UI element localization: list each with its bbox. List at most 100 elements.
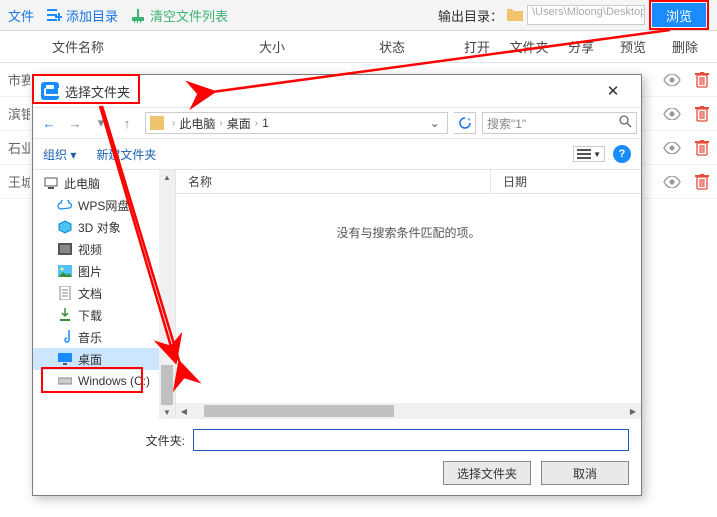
tree-item-video[interactable]: 视频	[33, 238, 175, 260]
breadcrumb-desktop[interactable]: 桌面	[227, 115, 251, 132]
output-dir-group: 输出目录： \Users\Mloong\Desktop\ 浏览	[438, 0, 709, 30]
dialog-body: 此电脑 WPS网盘 3D 对象 视频 图片	[33, 169, 641, 419]
file-name-cell: 滨银	[8, 104, 30, 123]
tree-item-windows-c[interactable]: Windows (C:)	[33, 370, 175, 392]
scroll-right-icon[interactable]: ▶	[625, 407, 641, 416]
file-list-header: 文件名称 大小 状态 打开 文件夹 分享 预览 删除	[0, 31, 717, 63]
dialog-footer: 文件夹: 选择文件夹 取消	[33, 419, 641, 495]
delete-icon[interactable]	[695, 140, 709, 156]
broom-icon	[130, 7, 146, 23]
list-add-icon	[46, 7, 62, 23]
chevron-right-icon: ›	[219, 118, 222, 129]
view-mode-dropdown[interactable]: ▼	[573, 146, 605, 162]
dialog-title-text: 选择文件夹	[65, 82, 130, 101]
content-header: 名称 日期	[176, 170, 641, 194]
preview-icon[interactable]	[663, 142, 681, 154]
folder-name-input[interactable]	[193, 429, 629, 451]
output-dir-label: 输出目录：	[438, 6, 503, 25]
output-path-field[interactable]: \Users\Mloong\Desktop\	[527, 5, 645, 25]
folder-icon	[507, 7, 523, 24]
search-icon	[619, 115, 632, 131]
video-icon	[57, 241, 73, 257]
document-icon	[57, 285, 73, 301]
select-folder-button[interactable]: 选择文件夹	[443, 461, 531, 485]
col-status: 状态	[332, 37, 452, 56]
col-folder: 文件夹	[509, 37, 549, 56]
folder-tree: 此电脑 WPS网盘 3D 对象 视频 图片	[33, 170, 176, 419]
file-menu-button[interactable]: 文件	[8, 6, 34, 25]
scroll-thumb[interactable]	[161, 365, 173, 405]
folder-icon	[150, 116, 164, 130]
help-icon[interactable]: ?	[613, 145, 631, 163]
breadcrumb[interactable]: › 此电脑 › 桌面 › 1 ⌄	[145, 112, 448, 134]
tree-item-wps[interactable]: WPS网盘	[33, 194, 175, 216]
tree-scrollbar[interactable]: ▲ ▼	[159, 170, 175, 419]
col-filename: 文件名称	[12, 37, 212, 56]
col-share: 分享	[561, 37, 601, 56]
browse-button[interactable]: 浏览	[652, 3, 706, 27]
delete-icon[interactable]	[695, 72, 709, 88]
breadcrumb-folder[interactable]: 1	[262, 116, 269, 130]
new-folder-button[interactable]: 新建文件夹	[96, 146, 156, 163]
preview-icon[interactable]	[663, 108, 681, 120]
content-col-name[interactable]: 名称	[176, 170, 491, 193]
tree-item-desktop[interactable]: 桌面	[33, 348, 175, 370]
drive-icon	[57, 373, 73, 389]
tree-item-music[interactable]: 音乐	[33, 326, 175, 348]
annotation-box-browse: 浏览	[649, 0, 709, 30]
add-dir-label: 添加目录	[66, 6, 118, 25]
clear-list-button[interactable]: 清空文件列表	[130, 6, 228, 25]
col-delete: 删除	[665, 37, 705, 56]
desktop-icon	[57, 351, 73, 367]
refresh-icon[interactable]	[454, 112, 476, 134]
scroll-thumb[interactable]	[204, 405, 394, 417]
app-icon	[41, 82, 59, 100]
col-preview: 预览	[613, 37, 653, 56]
empty-message: 没有与搜索条件匹配的项。	[176, 194, 641, 403]
folder-content-pane: 名称 日期 没有与搜索条件匹配的项。 ◀ ▶	[176, 170, 641, 419]
breadcrumb-dropdown-icon[interactable]: ⌄	[430, 116, 443, 130]
content-h-scrollbar[interactable]: ◀ ▶	[176, 403, 641, 419]
close-icon[interactable]: ✕	[593, 82, 633, 100]
music-icon	[57, 329, 73, 345]
breadcrumb-pc[interactable]: 此电脑	[179, 115, 215, 132]
delete-icon[interactable]	[695, 106, 709, 122]
col-open: 打开	[457, 37, 497, 56]
chevron-right-icon: ›	[255, 118, 258, 129]
scroll-left-icon[interactable]: ◀	[176, 407, 192, 416]
tree-item-documents[interactable]: 文档	[33, 282, 175, 304]
file-name-cell: 王城	[8, 172, 30, 191]
col-size: 大小	[212, 37, 332, 56]
preview-icon[interactable]	[663, 74, 681, 86]
picture-icon	[57, 263, 73, 279]
file-label: 文件	[8, 6, 34, 25]
cancel-button[interactable]: 取消	[541, 461, 629, 485]
folder-field-label: 文件夹:	[135, 432, 185, 449]
scroll-up-icon[interactable]: ▲	[159, 170, 175, 184]
file-name-cell: 市赛	[8, 70, 30, 89]
search-placeholder: 搜索"1"	[487, 115, 526, 132]
content-col-date[interactable]: 日期	[491, 173, 641, 190]
add-dir-button[interactable]: 添加目录	[46, 6, 118, 25]
cloud-icon	[57, 197, 73, 213]
select-folder-dialog: 选择文件夹 ✕ ← → ▾ ↑ › 此电脑 › 桌面 › 1 ⌄ 搜索"1" 组…	[32, 74, 642, 496]
file-name-cell: 石业	[8, 138, 30, 157]
cube-icon	[57, 219, 73, 235]
chevron-down-icon: ▼	[593, 150, 601, 159]
chevron-right-icon: ›	[172, 118, 175, 129]
tree-item-3d[interactable]: 3D 对象	[33, 216, 175, 238]
nav-up-icon[interactable]: ↑	[115, 111, 139, 135]
delete-icon[interactable]	[695, 174, 709, 190]
nav-back-icon[interactable]: ←	[37, 111, 61, 135]
clear-list-label: 清空文件列表	[150, 6, 228, 25]
tree-item-downloads[interactable]: 下载	[33, 304, 175, 326]
tree-item-pictures[interactable]: 图片	[33, 260, 175, 282]
nav-forward-icon[interactable]: →	[63, 111, 87, 135]
tree-item-this-pc[interactable]: 此电脑	[33, 172, 175, 194]
nav-recent-dropdown-icon[interactable]: ▾	[89, 111, 113, 135]
organize-menu[interactable]: 组织 ▾	[43, 146, 76, 163]
scroll-down-icon[interactable]: ▼	[159, 405, 175, 419]
preview-icon[interactable]	[663, 176, 681, 188]
app-toolbar: 文件 添加目录 清空文件列表 输出目录： \Users\Mloong\Deskt…	[0, 0, 717, 31]
search-input[interactable]: 搜索"1"	[482, 112, 637, 134]
